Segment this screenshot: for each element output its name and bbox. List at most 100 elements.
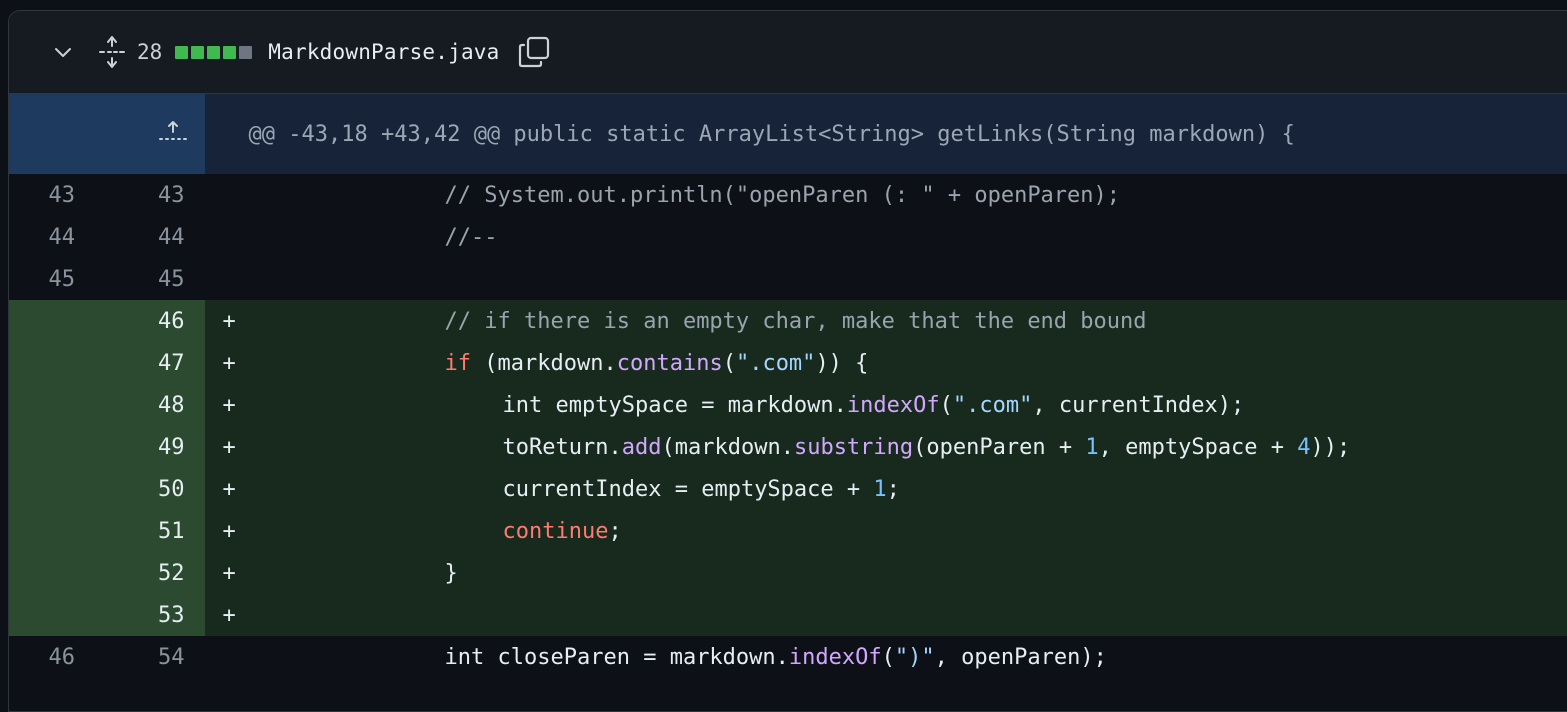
code-token: , emptySpace + xyxy=(1098,434,1298,460)
code-token: ( xyxy=(881,644,895,670)
code-token: currentIndex = emptySpace + xyxy=(502,476,874,502)
old-line-number[interactable]: 43 xyxy=(9,174,108,216)
code-token: ( xyxy=(939,392,953,418)
new-line-number[interactable]: 47 xyxy=(107,342,205,384)
diff-marker: + xyxy=(222,350,236,376)
old-line-number[interactable]: 45 xyxy=(9,258,108,300)
diff-marker: + xyxy=(222,518,236,544)
new-line-number[interactable]: 48 xyxy=(107,384,205,426)
new-line-number[interactable]: 49 xyxy=(107,426,205,468)
expand-all-icon[interactable] xyxy=(97,35,127,69)
code-line: + if (markdown.contains(".com")) { xyxy=(204,342,1567,384)
code-token: indexOf xyxy=(846,392,940,418)
diff-marker: + xyxy=(222,476,236,502)
code-token: int closeParen = markdown. xyxy=(444,644,789,670)
code-line: //-- xyxy=(204,216,1567,258)
old-line-number[interactable]: 44 xyxy=(9,216,108,258)
new-line-number[interactable]: 51 xyxy=(107,510,205,552)
code-token: add xyxy=(621,434,662,460)
file-header: 28 MarkdownParse.java xyxy=(9,11,1567,94)
code-token: if xyxy=(444,350,472,376)
context-line: 44 44 //-- xyxy=(9,216,1567,258)
added-line: 52 +} xyxy=(9,552,1567,594)
new-line-number[interactable]: 44 xyxy=(107,216,205,258)
hunk-header: @@ -43,18 +43,42 @@ public static ArrayL… xyxy=(204,94,1567,174)
diffstat-block xyxy=(191,45,205,59)
new-line-number[interactable]: 54 xyxy=(107,636,205,678)
code-line: + // if there is an empty char, make that… xyxy=(204,300,1567,342)
new-line-number[interactable]: 46 xyxy=(107,300,205,342)
added-line: 48 + int emptySpace = markdown.indexOf(".c… xyxy=(9,384,1567,426)
old-line-number[interactable] xyxy=(9,300,108,342)
hunk-header-row: @@ -43,18 +43,42 @@ public static ArrayL… xyxy=(9,94,1567,174)
code-token: ; xyxy=(608,518,622,544)
diff-table: @@ -43,18 +43,42 @@ public static ArrayL… xyxy=(9,94,1567,678)
copy-icon[interactable] xyxy=(517,35,551,69)
file-name[interactable]: MarkdownParse.java xyxy=(268,40,499,64)
code-token: , currentIndex); xyxy=(1032,392,1245,418)
code-line: +} xyxy=(204,552,1567,594)
new-line-number[interactable]: 43 xyxy=(107,174,205,216)
code-line: + xyxy=(204,594,1567,636)
added-line: 50 + currentIndex = emptySpace + 1; xyxy=(9,468,1567,510)
added-line: 51 + continue; xyxy=(9,510,1567,552)
diff-marker: + xyxy=(222,560,236,586)
code-token: 1 xyxy=(873,476,887,502)
code-line: + toReturn.add(markdown.substring(openPar… xyxy=(204,426,1567,468)
added-line: 47 + if (markdown.contains(".com")) { xyxy=(9,342,1567,384)
diff-marker: + xyxy=(222,602,236,628)
code-token: )); xyxy=(1310,434,1351,460)
new-line-number[interactable]: 50 xyxy=(107,468,205,510)
expand-up-icon[interactable] xyxy=(9,94,205,174)
code-token: (markdown. xyxy=(661,434,794,460)
old-line-number[interactable] xyxy=(9,552,108,594)
code-token: )) { xyxy=(815,350,869,376)
diffstat-block xyxy=(207,45,221,59)
code-line: + currentIndex = emptySpace + 1; xyxy=(204,468,1567,510)
old-line-number[interactable] xyxy=(9,384,108,426)
code-token: continue xyxy=(502,518,609,544)
code-token: ".com" xyxy=(952,392,1033,418)
code-token: } xyxy=(444,560,458,586)
context-line: 46 54 int closeParen = markdown.indexOf(")… xyxy=(9,636,1567,678)
code-token: (openParen + xyxy=(913,434,1086,460)
diff-marker: + xyxy=(222,434,236,460)
code-token: contains xyxy=(616,350,723,376)
diffstat-blocks xyxy=(175,45,253,59)
context-line: 43 43 // System.out.println("openParen (: … xyxy=(9,174,1567,216)
old-line-number[interactable] xyxy=(9,426,108,468)
code-token: 4 xyxy=(1297,434,1311,460)
old-line-number[interactable] xyxy=(9,468,108,510)
code-line: // System.out.println("openParen (: " + … xyxy=(204,174,1567,216)
new-line-number[interactable]: 52 xyxy=(107,552,205,594)
code-line xyxy=(204,258,1567,300)
code-token: ".com" xyxy=(735,350,816,376)
code-token: indexOf xyxy=(788,644,882,670)
code-token: ( xyxy=(722,350,736,376)
code-token: , openParen); xyxy=(934,644,1107,670)
added-line: 53 + xyxy=(9,594,1567,636)
code-token: // System.out.println("openParen (: " + … xyxy=(444,182,1121,208)
code-token: ; xyxy=(886,476,900,502)
added-line: 46 + // if there is an empty char, make th… xyxy=(9,300,1567,342)
code-line: + continue; xyxy=(204,510,1567,552)
code-line: + int emptySpace = markdown.indexOf(".com… xyxy=(204,384,1567,426)
code-token: ")" xyxy=(894,644,935,670)
code-token: //-- xyxy=(444,224,498,250)
diff-file: 28 MarkdownParse.java @@ -43,18 +43,42 @… xyxy=(8,10,1567,712)
diffstat-block xyxy=(175,45,189,59)
code-token: substring xyxy=(793,434,914,460)
chevron-down-icon[interactable] xyxy=(51,40,75,64)
code-token: 1 xyxy=(1085,434,1099,460)
new-line-number[interactable]: 53 xyxy=(107,594,205,636)
new-line-number[interactable]: 45 xyxy=(107,258,205,300)
old-line-number[interactable] xyxy=(9,594,108,636)
old-line-number[interactable] xyxy=(9,342,108,384)
old-line-number[interactable] xyxy=(9,510,108,552)
context-line: 45 45 xyxy=(9,258,1567,300)
code-token: int emptySpace = markdown. xyxy=(502,392,847,418)
diffstat-block xyxy=(223,45,237,59)
code-token: (markdown. xyxy=(471,350,617,376)
code-token: // if there is an empty char, make that … xyxy=(444,308,1147,334)
old-line-number[interactable]: 46 xyxy=(9,636,108,678)
